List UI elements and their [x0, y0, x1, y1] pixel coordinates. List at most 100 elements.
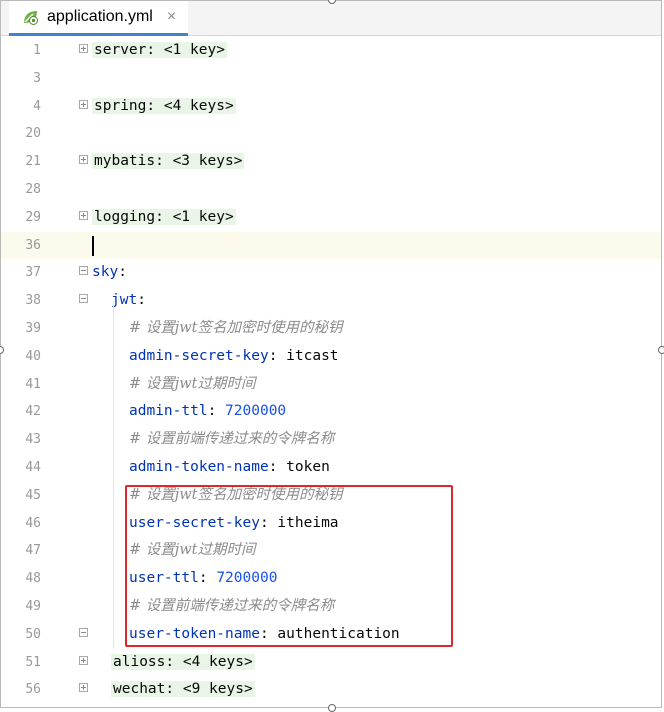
- code-line[interactable]: 40 admin-secret-key: itcast: [1, 343, 661, 370]
- line-number: 3: [33, 70, 41, 86]
- indent-guide: [113, 301, 114, 649]
- colon: :: [268, 347, 287, 364]
- code-line[interactable]: 43 # 设置前端传递过来的令牌名称: [1, 426, 661, 453]
- yaml-key: admin-token-name: [129, 459, 269, 475]
- code-text: admin-ttl: 7200000: [129, 398, 286, 425]
- colon: :: [207, 403, 226, 420]
- line-number: 45: [25, 487, 41, 503]
- code-line[interactable]: 41 # 设置jwt过期时间: [1, 371, 661, 398]
- line-number: 43: [25, 432, 41, 448]
- yaml-key: admin-secret-key: [129, 347, 269, 364]
- code-line[interactable]: 45 # 设置jwt签名加密时使用的秘钥: [1, 482, 661, 509]
- yaml-key: user-token-name: [129, 625, 260, 642]
- folded-block[interactable]: spring: <4 keys>: [92, 97, 236, 114]
- code-text: # 设置jwt签名加密时使用的秘钥: [129, 315, 343, 342]
- line-number: 4: [33, 98, 41, 114]
- fold-expand-icon[interactable]: [79, 99, 88, 109]
- line-number: 40: [25, 348, 41, 364]
- fold-collapse-icon[interactable]: [79, 266, 88, 276]
- code-line[interactable]: 36: [1, 231, 661, 259]
- colon: :: [268, 459, 287, 475]
- code-line[interactable]: 49 # 设置前端传递过来的令牌名称: [1, 593, 661, 620]
- folded-block[interactable]: server: <1 key>: [92, 42, 227, 58]
- code-line[interactable]: 56 wechat: <9 keys>: [1, 676, 661, 703]
- folded-block[interactable]: mybatis: <3 keys>: [92, 153, 245, 170]
- yaml-key: user-secret-key: [129, 514, 260, 531]
- editor-window: application.yml × 1 server: <1 key> 3 4 spri…: [0, 0, 662, 708]
- spring-leaf-icon: [24, 11, 38, 25]
- code-text: alioss: <4 keys>: [111, 649, 255, 676]
- code-line[interactable]: 46 user-secret-key: itheima: [1, 510, 661, 537]
- line-number: 21: [25, 154, 41, 170]
- yaml-key: user-ttl: [129, 570, 199, 587]
- line-number: 51: [25, 654, 41, 670]
- close-icon[interactable]: ×: [167, 8, 176, 26]
- yaml-key: jwt: [111, 292, 138, 309]
- yaml-comment: # 设置jwt签名加密时使用的秘钥: [129, 320, 343, 336]
- tab-application-yml[interactable]: application.yml ×: [9, 1, 189, 36]
- code-text: user-secret-key: itheima: [129, 510, 339, 537]
- yaml-comment: # 设置前端传递过来的令牌名称: [129, 431, 335, 448]
- code-line[interactable]: 21 mybatis: <3 keys>: [1, 148, 661, 175]
- yaml-comment: # 设置jwt过期时间: [129, 542, 256, 559]
- code-text: logging: <1 key>: [92, 204, 236, 231]
- line-number: 20: [25, 126, 41, 142]
- code-line[interactable]: 50 user-token-name: authentication: [1, 621, 661, 648]
- folded-block[interactable]: wechat: <9 keys>: [111, 681, 255, 698]
- code-text: # 设置jwt过期时间: [129, 371, 256, 398]
- colon: :: [137, 292, 146, 309]
- code-line[interactable]: 47 # 设置jwt过期时间: [1, 537, 661, 564]
- fold-expand-icon[interactable]: [79, 683, 88, 693]
- fold-collapse-icon[interactable]: [79, 294, 88, 304]
- colon: :: [259, 514, 278, 531]
- fold-collapse-icon[interactable]: [79, 627, 88, 637]
- line-number: 38: [25, 293, 41, 309]
- code-text: server: <1 key>: [92, 37, 227, 64]
- fold-expand-icon[interactable]: [79, 210, 88, 220]
- colon: :: [198, 570, 217, 587]
- code-line[interactable]: 1 server: <1 key>: [1, 37, 661, 64]
- code-line[interactable]: 51 alioss: <4 keys>: [1, 649, 661, 676]
- code-line[interactable]: 37 sky:: [1, 259, 661, 286]
- code-text: user-token-name: authentication: [129, 621, 400, 648]
- line-number: 49: [25, 599, 41, 614]
- line-number: 36: [25, 237, 41, 253]
- code-line[interactable]: 29 logging: <1 key>: [1, 204, 661, 231]
- code-editor[interactable]: 1 server: <1 key> 3 4 spring: <4 keys> 20 21 my…: [1, 37, 661, 707]
- code-text: spring: <4 keys>: [92, 93, 236, 120]
- yaml-comment: # 设置jwt签名加密时使用的秘钥: [129, 486, 343, 503]
- code-line[interactable]: 44 admin-token-name: token: [1, 454, 661, 481]
- code-line[interactable]: 38 jwt:: [1, 287, 661, 314]
- code-line[interactable]: 39 # 设置jwt签名加密时使用的秘钥: [1, 315, 661, 342]
- code-line[interactable]: 28: [1, 176, 661, 203]
- line-number: 41: [25, 376, 41, 392]
- code-line[interactable]: 42 admin-ttl: 7200000: [1, 398, 661, 425]
- folded-block[interactable]: logging: <1 key>: [92, 208, 236, 225]
- code-text: admin-token-name: token: [129, 454, 330, 481]
- resize-handle-right[interactable]: [658, 346, 664, 354]
- yaml-key: admin-ttl: [129, 403, 208, 420]
- yaml-value: token: [286, 459, 330, 475]
- line-number: 44: [25, 460, 41, 475]
- code-line[interactable]: 48 user-ttl: 7200000: [1, 565, 661, 592]
- tab-title: application.yml: [47, 8, 153, 25]
- code-text: # 设置jwt签名加密时使用的秘钥: [129, 482, 343, 509]
- line-number: 56: [25, 682, 41, 698]
- line-number: 1: [33, 43, 41, 58]
- code-line[interactable]: 20: [1, 120, 661, 147]
- fold-expand-icon[interactable]: [79, 155, 88, 165]
- code-text: # 设置前端传递过来的令牌名称: [129, 426, 334, 453]
- yaml-value: 7200000: [225, 403, 287, 420]
- line-number: 47: [25, 543, 41, 559]
- folded-block[interactable]: alioss: <4 keys>: [111, 653, 255, 670]
- code-text: admin-secret-key: itcast: [129, 343, 339, 370]
- yaml-value: itheima: [277, 514, 339, 531]
- line-number: 48: [25, 571, 41, 587]
- colon: :: [259, 625, 278, 642]
- code-line[interactable]: 4 spring: <4 keys>: [1, 93, 661, 120]
- resize-handle-bottom[interactable]: [328, 704, 336, 712]
- yaml-comment: # 设置jwt过期时间: [129, 375, 256, 392]
- fold-expand-icon[interactable]: [79, 655, 88, 665]
- fold-expand-icon[interactable]: [79, 44, 88, 53]
- code-line[interactable]: 3: [1, 65, 661, 92]
